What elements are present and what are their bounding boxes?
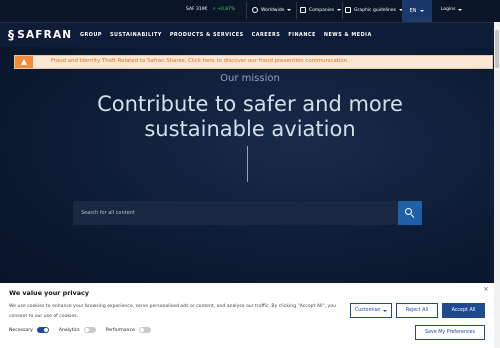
stock-change: ↗ +0.87%: [212, 7, 236, 12]
save-preferences-button[interactable]: Save My Preferences: [415, 325, 485, 340]
document-icon: [345, 7, 351, 13]
fraud-alert-link[interactable]: Fraud and Identity Theft Related to Safr…: [51, 58, 349, 64]
toggle-performance-label: Performance: [105, 327, 135, 333]
nav-item-finance[interactable]: FINANCE: [288, 32, 316, 38]
fraud-alert-banner[interactable]: Fraud and Identity Theft Related to Safr…: [14, 55, 493, 69]
customise-button[interactable]: Customise: [350, 303, 392, 318]
save-preferences-label: Save My Preferences: [424, 330, 475, 335]
cookie-banner: We value your privacy × We use cookies t…: [0, 283, 494, 348]
graphic-guidelines-label: Graphic guidelines: [354, 7, 397, 13]
logo-mark-icon: §: [8, 28, 16, 42]
chevron-down-icon: [287, 9, 292, 11]
decorative-divider: [247, 146, 248, 182]
accept-all-button[interactable]: Accept All: [442, 303, 485, 318]
main-nav: § SAFRAN GROUP SUSTAINABILITY PRODUCTS &…: [0, 22, 500, 47]
toggle-performance-switch[interactable]: [138, 327, 151, 333]
building-icon: [300, 7, 306, 13]
chevron-down-icon: [420, 10, 425, 12]
nav-item-news-media[interactable]: NEWS & MEDIA: [324, 32, 372, 38]
reject-all-button[interactable]: Reject All: [396, 303, 438, 318]
close-icon[interactable]: ×: [483, 285, 489, 293]
mission-label: Our mission: [220, 73, 280, 84]
logo-text: SAFRAN: [17, 29, 73, 41]
divider: [342, 2, 343, 19]
accept-label: Accept All: [451, 308, 476, 313]
divider: [296, 2, 297, 19]
chevron-down-icon: [383, 309, 388, 312]
worldwide-dropdown[interactable]: Worldwide: [252, 7, 292, 13]
globe-icon: [252, 7, 258, 13]
toggle-necessary-label: Necessary: [9, 327, 33, 333]
toggle-analytics-label: Analytics: [58, 327, 80, 333]
divider: [246, 2, 247, 19]
worldwide-label: Worldwide: [261, 7, 285, 13]
toggle-necessary-switch[interactable]: [36, 327, 49, 333]
scrollbar-track[interactable]: [494, 22, 500, 348]
nav-item-careers[interactable]: CAREERS: [252, 32, 281, 38]
chevron-down-icon: [337, 9, 342, 11]
nav-item-products-services[interactable]: PRODUCTS & SERVICES: [170, 32, 244, 38]
cookie-toggles: Necessary Analytics Performance: [9, 327, 161, 333]
nav-item-group[interactable]: GROUP: [80, 32, 102, 38]
toggle-analytics: Analytics: [59, 327, 96, 333]
nav-item-sustainability[interactable]: SUSTAINABILITY: [110, 32, 162, 38]
toggle-necessary: Necessary: [9, 327, 49, 333]
login-label: Logins: [441, 7, 456, 12]
headline-line-2: sustainable aviation: [144, 117, 356, 141]
nav-menu: GROUP SUSTAINABILITY PRODUCTS & SERVICES…: [80, 32, 372, 38]
reject-label: Reject All: [405, 308, 429, 313]
search-input[interactable]: Search for all content: [73, 201, 398, 225]
chevron-down-icon: [458, 8, 463, 11]
login-dropdown[interactable]: Logins: [438, 7, 463, 12]
toggle-analytics-switch[interactable]: [83, 327, 96, 333]
companies-label: Companies: [309, 7, 335, 13]
page-title: Contribute to safer and more sustainable…: [0, 92, 500, 142]
scrollbar-thumb[interactable]: [495, 30, 499, 68]
language-label: EN: [409, 8, 417, 14]
companies-dropdown[interactable]: Companies: [300, 7, 342, 13]
search-placeholder: Search for all content: [81, 210, 135, 216]
cookie-title: We value your privacy: [9, 289, 89, 297]
cookie-description: We use cookies to enhance your browsing …: [9, 304, 336, 319]
safran-logo[interactable]: § SAFRAN: [8, 28, 72, 42]
search-button[interactable]: [398, 201, 422, 225]
toggle-performance: Performance: [106, 327, 151, 333]
utility-bar: SAF 319€ ↗ +0.87% Worldwide Companies Gr…: [0, 0, 500, 22]
headline-line-1: Contribute to safer and more: [97, 92, 403, 116]
graphic-guidelines-dropdown[interactable]: Graphic guidelines: [345, 7, 404, 13]
search-icon: [405, 208, 415, 219]
customise-label: Customise: [354, 308, 381, 313]
stock-ticker: SAF 319€: [186, 7, 208, 12]
language-selector[interactable]: EN: [402, 0, 432, 22]
warning-icon: [15, 56, 33, 68]
